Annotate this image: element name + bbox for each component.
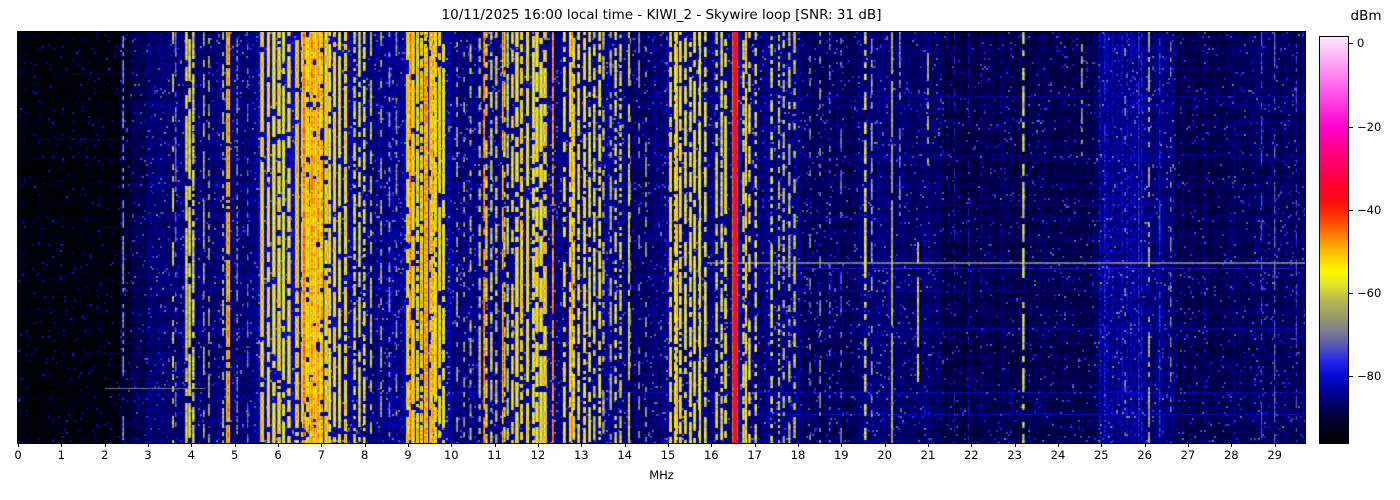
colorbar-tick-label: −20 xyxy=(1357,119,1382,134)
x-tick xyxy=(538,443,539,447)
x-tick xyxy=(624,443,626,447)
colorbar-tick-label: 0 xyxy=(1357,36,1365,51)
x-tick-label: 13 xyxy=(573,448,589,462)
x-tick xyxy=(1188,443,1189,447)
x-tick-label: 8 xyxy=(361,448,369,462)
x-tick-label: 25 xyxy=(1093,448,1109,462)
x-tick-label: 10 xyxy=(443,448,459,462)
colorbar-tick xyxy=(1348,126,1353,128)
x-tick-label: 12 xyxy=(530,448,546,462)
x-tick-label: 4 xyxy=(187,448,195,462)
x-tick-label: 3 xyxy=(144,448,152,462)
waterfall-canvas xyxy=(18,32,1305,443)
colorbar-gradient xyxy=(1320,37,1348,443)
x-tick-label: 11 xyxy=(487,448,502,462)
x-tick xyxy=(668,443,669,447)
x-tick xyxy=(754,443,756,447)
x-tick-label: 24 xyxy=(1050,448,1066,462)
x-tick-label: 6 xyxy=(274,448,282,462)
x-tick xyxy=(18,443,19,447)
x-tick xyxy=(321,443,323,447)
spectrogram-figure: 10/11/2025 16:00 local time - KIWI_2 - S… xyxy=(0,0,1400,500)
colorbar-label: dBm xyxy=(1350,8,1382,24)
colorbar-tick xyxy=(1348,376,1353,378)
x-tick xyxy=(798,443,799,447)
x-tick xyxy=(1144,443,1146,447)
x-tick-label: 18 xyxy=(790,448,806,462)
x-tick xyxy=(191,443,193,447)
x-tick-label: 28 xyxy=(1223,448,1239,462)
colorbar-tick-label: −80 xyxy=(1357,369,1382,384)
x-tick xyxy=(971,443,973,447)
x-tick xyxy=(234,443,236,447)
x-tick xyxy=(278,443,279,447)
x-tick xyxy=(1231,443,1233,447)
colorbar-tick-label: −40 xyxy=(1357,202,1382,217)
plot-title: 10/11/2025 16:00 local time - KIWI_2 - S… xyxy=(441,7,882,23)
x-axis-label: MHz xyxy=(649,468,674,482)
x-tick-label: 23 xyxy=(1007,448,1022,462)
x-tick xyxy=(104,443,106,447)
x-tick-label: 20 xyxy=(877,448,892,462)
colorbar-tick xyxy=(1348,43,1353,45)
colorbar-tick-label: −60 xyxy=(1357,286,1382,301)
x-tick-label: 14 xyxy=(617,448,632,462)
colorbar-tick xyxy=(1348,209,1353,211)
x-tick-label: 5 xyxy=(231,448,239,462)
x-tick-label: 1 xyxy=(57,448,65,462)
x-tick xyxy=(841,443,843,447)
x-tick xyxy=(1274,443,1276,447)
x-tick xyxy=(711,443,713,447)
x-tick xyxy=(1014,443,1016,447)
x-tick-label: 17 xyxy=(747,448,762,462)
x-tick xyxy=(408,443,409,447)
x-tick xyxy=(494,443,496,447)
x-tick xyxy=(884,443,886,447)
x-tick-label: 21 xyxy=(920,448,936,462)
x-tick xyxy=(1101,443,1103,447)
x-tick-label: 27 xyxy=(1180,448,1196,462)
x-tick-label: 29 xyxy=(1267,448,1282,462)
x-tick xyxy=(928,443,929,447)
x-tick-label: 26 xyxy=(1137,448,1152,462)
x-tick-label: 7 xyxy=(317,448,325,462)
x-tick-label: 22 xyxy=(963,448,979,462)
x-tick-label: 15 xyxy=(660,448,676,462)
x-tick xyxy=(61,443,63,447)
x-tick xyxy=(148,443,149,447)
x-tick xyxy=(581,443,583,447)
x-tick-label: 16 xyxy=(703,448,719,462)
x-tick xyxy=(1058,443,1059,447)
x-tick xyxy=(364,443,366,447)
x-tick-label: 0 xyxy=(14,448,22,462)
x-tick-label: 9 xyxy=(404,448,412,462)
colorbar-tick xyxy=(1348,293,1353,295)
x-tick-label: 2 xyxy=(101,448,109,462)
x-tick-label: 19 xyxy=(833,448,849,462)
x-tick xyxy=(451,443,453,447)
